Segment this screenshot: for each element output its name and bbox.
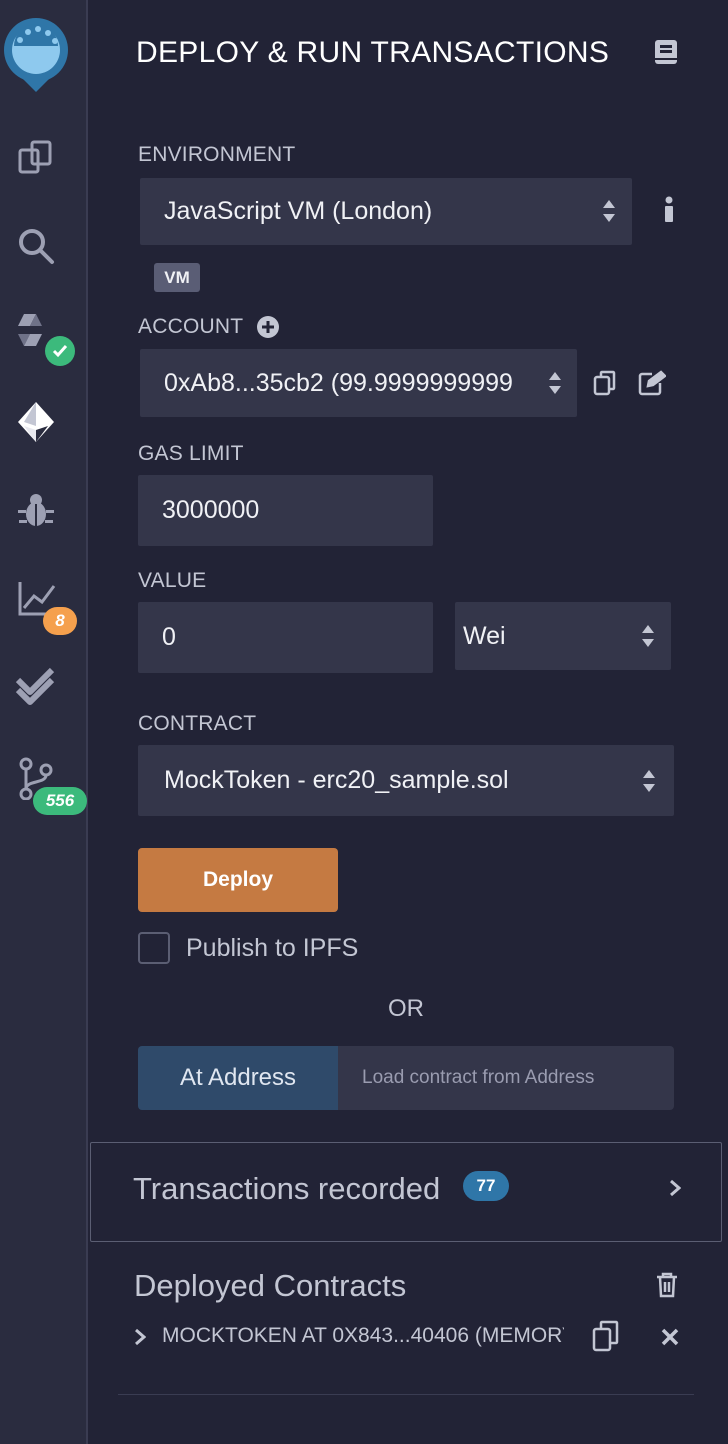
contract-label: CONTRACT [138, 712, 257, 735]
divider [118, 1394, 694, 1395]
close-icon[interactable] [661, 1328, 679, 1351]
file-explorer-icon[interactable] [0, 128, 72, 188]
account-select[interactable]: 0xAb8...35cb2 (99.9999999999 [140, 349, 577, 417]
environment-value: JavaScript VM (London) [164, 197, 433, 225]
transactions-recorded-label: Transactions recorded [133, 1171, 441, 1206]
select-arrows-icon [643, 770, 655, 792]
edit-account-icon[interactable] [638, 370, 667, 401]
value-unit-select[interactable]: Wei [455, 602, 671, 670]
deploy-button[interactable]: Deploy [138, 848, 338, 912]
select-arrows-icon [642, 625, 654, 647]
unit-testing-icon[interactable] [0, 656, 72, 716]
deploy-run-panel: DEPLOY & RUN TRANSACTIONS ENVIRONMENT Ja… [90, 0, 728, 1444]
account-value: 0xAb8...35cb2 (99.9999999999 [164, 368, 513, 397]
chevron-right-icon[interactable] [134, 1328, 147, 1351]
solidity-compiler-icon[interactable] [0, 304, 75, 366]
icon-sidebar: 8 556 [0, 0, 88, 1444]
gas-limit-label: GAS LIMIT [138, 442, 244, 465]
search-icon[interactable] [0, 216, 72, 276]
transactions-count-badge: 77 [463, 1171, 509, 1201]
at-address-button[interactable]: At Address [138, 1046, 338, 1110]
vm-tag: VM [154, 263, 200, 292]
select-arrows-icon [549, 372, 561, 394]
add-account-icon[interactable] [256, 315, 280, 344]
transactions-recorded-section[interactable]: Transactions recorded 77 [90, 1142, 722, 1242]
analysis-badge: 8 [43, 607, 77, 635]
value-unit: Wei [463, 621, 506, 650]
git-badge: 556 [33, 787, 87, 815]
load-address-input[interactable]: Load contract from Address [338, 1046, 674, 1110]
contract-select[interactable]: MockToken - erc20_sample.sol [138, 745, 674, 816]
copy-account-icon[interactable] [593, 370, 617, 401]
contract-value: MockToken - erc20_sample.sol [164, 766, 509, 794]
environment-label: ENVIRONMENT [138, 143, 296, 166]
value-label: VALUE [138, 569, 207, 592]
page-title: DEPLOY & RUN TRANSACTIONS [136, 36, 610, 69]
gas-limit-input[interactable]: 3000000 [138, 475, 433, 546]
value-input[interactable]: 0 [138, 602, 433, 673]
copy-address-icon[interactable] [592, 1320, 620, 1357]
account-label: ACCOUNT [138, 315, 244, 338]
debugger-icon[interactable] [0, 480, 72, 540]
publish-ipfs-checkbox[interactable] [138, 932, 170, 964]
remix-logo[interactable] [0, 6, 80, 96]
environment-select[interactable]: JavaScript VM (London) [140, 178, 632, 245]
book-icon[interactable] [653, 38, 679, 71]
publish-ipfs-label: Publish to IPFS [186, 934, 359, 962]
deployed-contracts-title: Deployed Contracts [134, 1268, 407, 1303]
deployed-contract-label[interactable]: MOCKTOKEN AT 0X843...40406 (MEMORY) [162, 1324, 564, 1348]
compile-success-check-icon [45, 336, 75, 366]
trash-icon[interactable] [656, 1272, 678, 1303]
deploy-run-icon[interactable] [0, 392, 72, 452]
chevron-right-icon[interactable] [669, 1179, 682, 1202]
info-icon[interactable] [663, 196, 675, 229]
select-arrows-icon [603, 200, 615, 222]
or-divider: OR [388, 995, 424, 1022]
